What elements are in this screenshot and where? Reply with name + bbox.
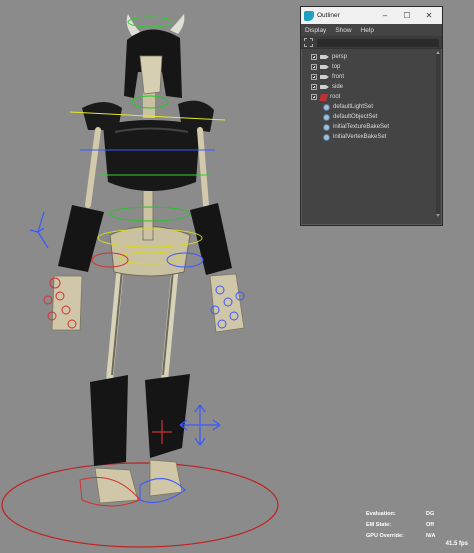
list-item-defaultLightSet[interactable]: defaultLightSet [301,102,434,112]
menu-display[interactable]: Display [305,27,326,34]
outliner-list: persp top front side root defaultLightSe… [301,49,434,217]
expand-icon[interactable] [311,54,317,60]
list-item-label: top [332,64,341,70]
spine [142,184,154,241]
skeleton-legs-shade [111,269,174,376]
outliner-scrollbar[interactable] [436,51,440,217]
hud-label: GPU Override: [366,532,404,539]
maya-app-icon [304,10,314,21]
right-bracer [190,203,232,275]
list-item-front[interactable]: front [301,72,434,82]
left-arm-ik-control[interactable] [29,211,49,249]
window-controls: – ☐ ✕ [374,7,440,24]
scroll-up-icon[interactable] [436,51,440,54]
maximize-button[interactable]: ☐ [396,7,418,24]
fps-counter: 41.5 fps [445,541,468,547]
list-item-label: root [330,94,341,100]
outliner-menubar: Display Show Help [301,24,442,37]
list-item-label: initialTextureBakeSet [333,124,390,130]
hud-value: Off [426,521,434,528]
camera-icon [320,85,329,89]
list-item-persp[interactable]: persp [301,52,434,62]
outliner-titlebar[interactable]: Outliner – ☐ ✕ [301,7,442,24]
camera-icon [320,55,329,59]
hud-em-state: EM State: Off [366,519,470,530]
expand-icon[interactable] [311,94,317,100]
hud-label: Evaluation: [366,510,396,517]
set-icon [323,133,330,141]
helmet-horn-right [170,14,185,34]
expand-icon[interactable] [311,64,317,70]
set-icon [323,113,330,121]
camera-icon [320,75,329,79]
list-item-defaultObjectSet[interactable]: defaultObjectSet [301,112,434,122]
menu-show[interactable]: Show [335,27,351,34]
minimize-button[interactable]: – [374,7,396,24]
set-icon [323,103,330,111]
left-bracer [58,205,104,272]
list-item-label: side [332,84,344,90]
hud-evaluation: Evaluation: DG [366,508,470,519]
list-item-label: initialVertexBakeSet [333,134,387,140]
right-shin-guard [145,374,190,458]
outliner-search-input[interactable] [317,38,439,47]
close-button[interactable]: ✕ [418,7,440,24]
hud-label: EM State: [366,521,392,528]
skeleton-feet [94,459,183,504]
outliner-window[interactable]: Outliner – ☐ ✕ Display Show Help persp t… [300,6,443,226]
hud-value: DG [426,510,435,517]
list-item-initialVertexBakeSet[interactable]: initialVertexBakeSet [301,132,434,142]
set-icon [323,123,330,131]
list-item-label: persp [332,54,348,60]
camera-icon [320,65,329,69]
list-item-side[interactable]: side [301,82,434,92]
hud-gpu-override: GPU Override: N/A [366,530,470,541]
heads-up-display: Evaluation: DG EM State: Off GPU Overrid… [366,508,470,541]
outliner-filterbar [301,37,442,49]
expand-icon[interactable] [311,74,317,80]
skeleton-hands [51,273,245,333]
right-shoulder-pad [178,100,214,132]
hud-value: N/A [426,532,436,539]
skull-face [139,55,163,95]
scroll-down-icon[interactable] [436,214,440,217]
filter-icon[interactable] [304,38,313,47]
list-item-label: defaultLightSet [333,104,374,110]
left-shoulder-pad [82,102,122,130]
list-item-label: front [332,74,345,80]
root-control-circle[interactable] [1,462,279,548]
list-item-root[interactable]: root [301,92,434,102]
outliner-title: Outliner [317,12,340,19]
menu-help[interactable]: Help [361,27,374,34]
list-item-label: defaultObjectSet [333,114,378,120]
left-shin-guard [90,375,128,466]
list-item-initialTextureBakeSet[interactable]: initialTextureBakeSet [301,122,434,132]
list-item-top[interactable]: top [301,62,434,72]
expand-icon[interactable] [311,84,317,90]
joint-icon [319,93,328,101]
